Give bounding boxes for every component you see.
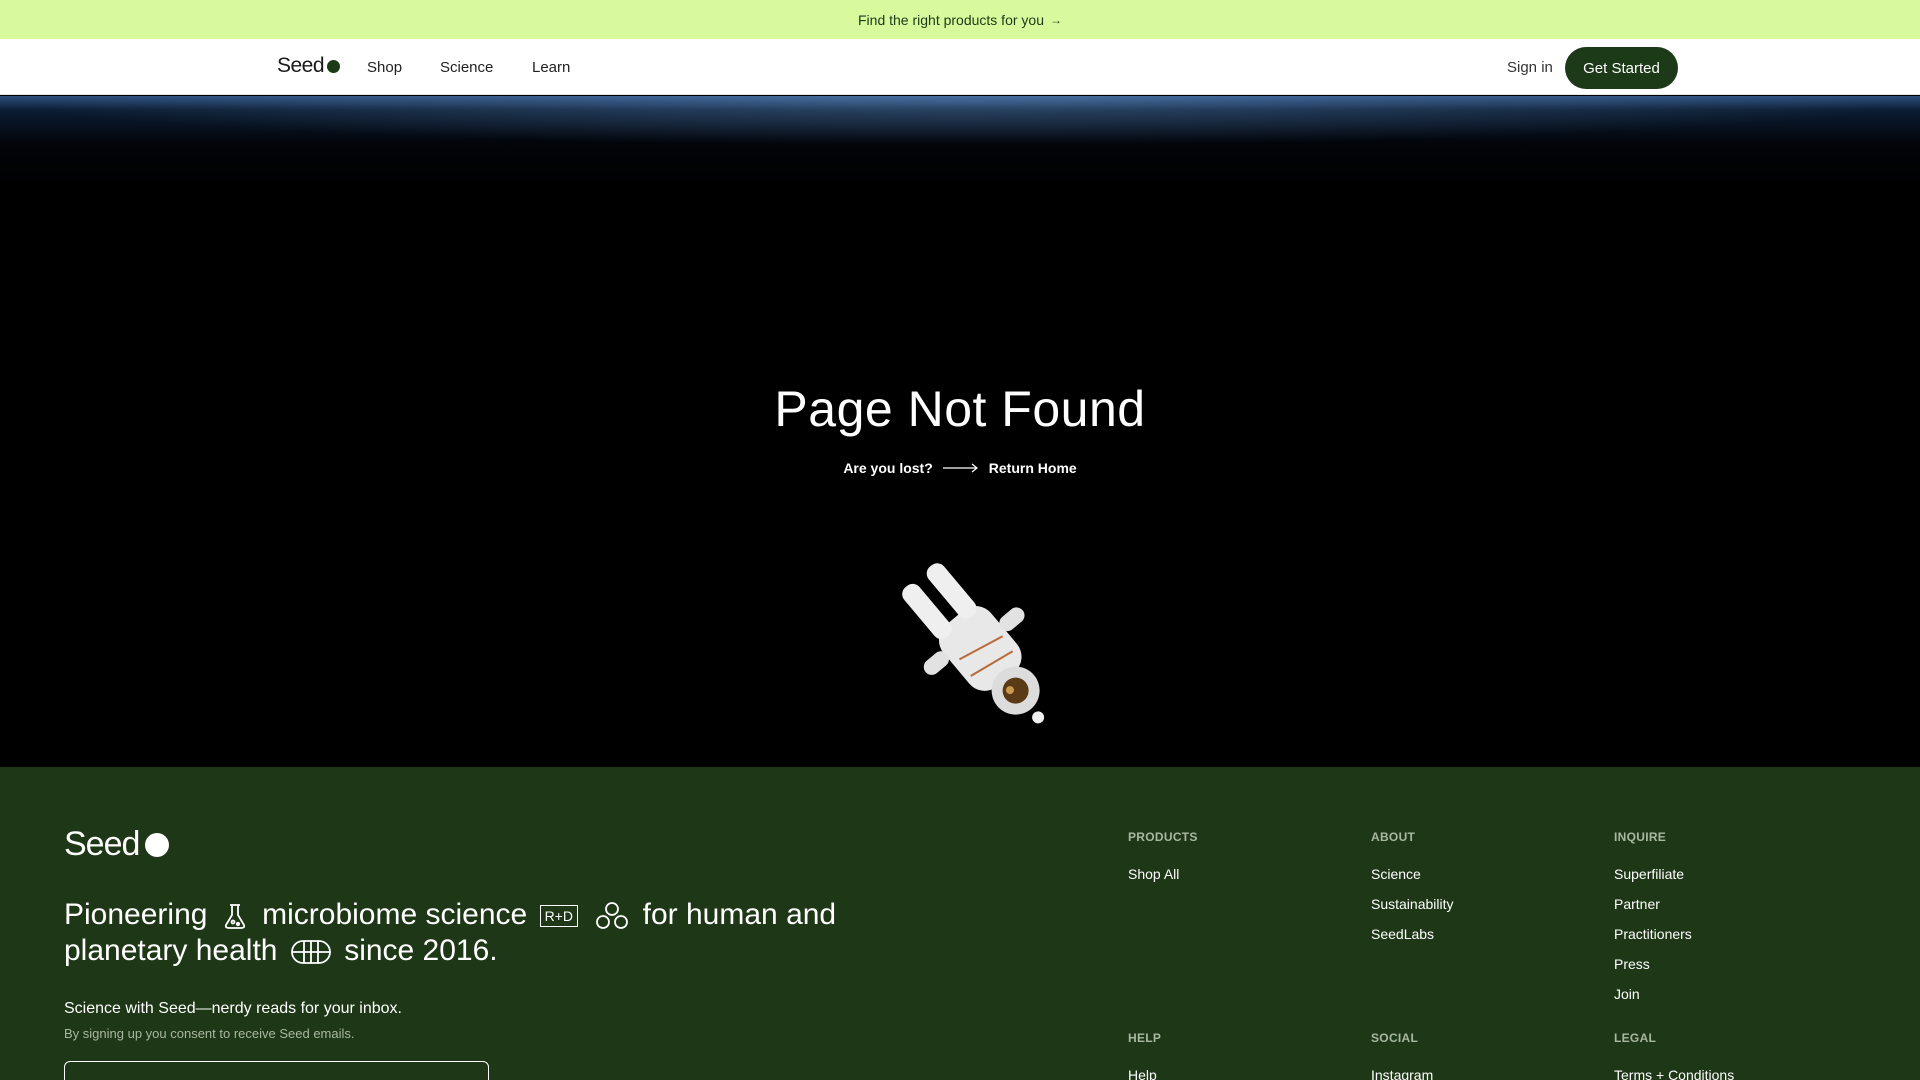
- column-heading: SOCIAL: [1371, 1031, 1419, 1045]
- seed-logo[interactable]: Seed: [277, 54, 341, 78]
- nav-link-science[interactable]: Science: [440, 59, 493, 76]
- logo-text: Seed: [277, 54, 325, 77]
- column-heading: HELP: [1128, 1031, 1162, 1045]
- promo-banner[interactable]: Find the right products for you →: [0, 0, 1920, 39]
- long-arrow-icon: [942, 463, 978, 473]
- return-home-row: Are you lost? Return Home: [0, 460, 1920, 476]
- footer-link-instagram[interactable]: Instagram: [1371, 1067, 1433, 1080]
- nav-link-learn[interactable]: Learn: [532, 59, 570, 76]
- rd-badge: R+D: [539, 905, 578, 928]
- lost-text: Are you lost?: [843, 460, 933, 476]
- mission-part3: for human and: [642, 898, 837, 931]
- footer-logo-text: Seed: [64, 825, 140, 863]
- petri-dish-icon: [224, 904, 245, 929]
- footer-column-social: SOCIAL Instagram: [1371, 1031, 1433, 1080]
- sign-in-link[interactable]: Sign in: [1507, 59, 1553, 76]
- newsletter-consent-note: By signing up you consent to receive See…: [64, 1026, 355, 1041]
- column-heading: PRODUCTS: [1128, 830, 1198, 844]
- footer-link-shop-all[interactable]: Shop All: [1128, 866, 1198, 882]
- footer-column-inquire: INQUIRE Superfiliate Partner Practitione…: [1614, 830, 1692, 1002]
- logo-dot-icon: [327, 59, 341, 73]
- footer-link-partner[interactable]: Partner: [1614, 896, 1692, 912]
- footer-link-sustainability[interactable]: Sustainability: [1371, 896, 1454, 912]
- column-heading: ABOUT: [1371, 830, 1416, 844]
- globe-icon: [290, 940, 331, 964]
- footer-seed-logo[interactable]: Seed: [64, 825, 170, 864]
- mission-statement: Pioneering microbiome science R+D for hu…: [64, 897, 924, 969]
- footer-link-join[interactable]: Join: [1614, 986, 1692, 1002]
- column-heading: INQUIRE: [1614, 830, 1667, 844]
- footer-column-help: HELP Help: [1128, 1031, 1161, 1080]
- footer-logo-dot-icon: [145, 832, 170, 857]
- mission-part5: since 2016.: [344, 934, 498, 967]
- footer-link-terms[interactable]: Terms + Conditions: [1614, 1067, 1734, 1080]
- newsletter-title: Science with Seed—nerdy reads for your i…: [64, 1000, 402, 1017]
- footer-column-legal: LEGAL Terms + Conditions: [1614, 1031, 1734, 1080]
- nav-link-shop[interactable]: Shop: [367, 59, 402, 76]
- arrow-right-icon: →: [1050, 12, 1062, 27]
- footer-link-help[interactable]: Help: [1128, 1067, 1161, 1080]
- mission-part1: Pioneering: [64, 898, 208, 931]
- top-navigation: Seed Shop Science Learn Sign in Get Star…: [0, 39, 1920, 95]
- newsletter-email-input[interactable]: [64, 1061, 489, 1080]
- mission-part2: microbiome science: [262, 898, 528, 931]
- promo-text[interactable]: Find the right products for you: [858, 12, 1044, 28]
- footer-link-practitioners[interactable]: Practitioners: [1614, 926, 1692, 942]
- footer-column-about: ABOUT Science Sustainability SeedLabs: [1371, 830, 1454, 942]
- footer-link-superfiliate[interactable]: Superfiliate: [1614, 866, 1692, 882]
- page-title: Page Not Found: [774, 381, 1146, 437]
- footer-column-products: PRODUCTS Shop All: [1128, 830, 1198, 882]
- return-home-link[interactable]: Return Home: [989, 460, 1077, 476]
- column-heading: LEGAL: [1614, 1031, 1657, 1045]
- mission-part4: planetary health: [64, 934, 278, 967]
- astronaut-illustration: [902, 563, 1045, 724]
- earth-horizon-glow: [0, 96, 1920, 146]
- microbe-icon: [596, 902, 629, 929]
- footer-link-seedlabs[interactable]: SeedLabs: [1371, 926, 1454, 942]
- site-footer: Seed Pioneering microbiome science R+D f…: [0, 767, 1920, 1080]
- footer-link-press[interactable]: Press: [1614, 956, 1692, 972]
- get-started-button[interactable]: Get Started: [1565, 47, 1678, 89]
- footer-link-science[interactable]: Science: [1371, 866, 1454, 882]
- hero-404: Page Not Found Are you lost? Return Home: [0, 96, 1920, 767]
